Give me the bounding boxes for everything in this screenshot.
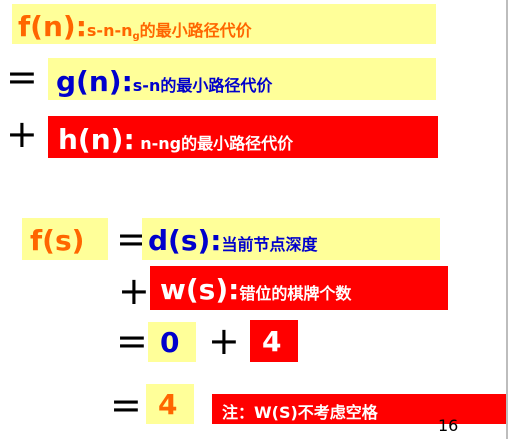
row6-plus-operator: + [208,319,240,363]
h-n-label: h(n): [58,123,135,156]
note-text: 注：W(S)不考虑空格 [222,403,378,422]
d-s-text: 当前节点深度 [221,235,318,254]
value-zero-box: 0 [148,322,196,362]
f-n-text-before-subscript: s-n-n [86,21,133,40]
row7-equals-operator: = [110,383,142,427]
slide-edge-divider [506,0,508,439]
w-s-label: w(s): [160,273,240,306]
f-s-term-box: f(s) [22,218,108,260]
d-s-definition-box: d(s):当前节点深度 [142,218,440,260]
note-box: 注：W(S)不考虑空格 [212,394,508,424]
row6-equals-operator: = [116,319,148,363]
f-n-text-after-subscript: 的最小路径代价 [139,21,252,40]
h-n-definition-box: h(n): n-ng的最小路径代价 [48,116,438,158]
w-s-definition-box: w(s):错位的棋牌个数 [150,266,448,310]
row3-plus-operator: + [6,112,38,156]
value-four-box: 4 [250,320,298,362]
h-n-text: n-ng的最小路径代价 [134,134,294,153]
g-n-text: s-n的最小路径代价 [132,76,273,95]
g-n-definition-box: g(n):s-n的最小路径代价 [48,58,436,100]
result-four: 4 [158,388,178,421]
f-n-subscript: g [132,31,140,42]
d-s-label: d(s): [148,224,222,257]
row2-equals-operator: = [6,55,38,99]
value-four: 4 [262,325,282,358]
f-n-label: f(n): [18,10,87,43]
f-s-term: f(s) [30,224,85,257]
result-four-box: 4 [146,384,194,424]
slide-number: 16 [438,416,459,435]
w-s-text: 错位的棋牌个数 [239,284,352,303]
value-zero: 0 [160,326,180,359]
row5-plus-operator: + [118,269,150,313]
g-n-label: g(n): [56,65,133,98]
f-n-definition-box: f(n):s-n-ng的最小路径代价 [12,4,436,44]
